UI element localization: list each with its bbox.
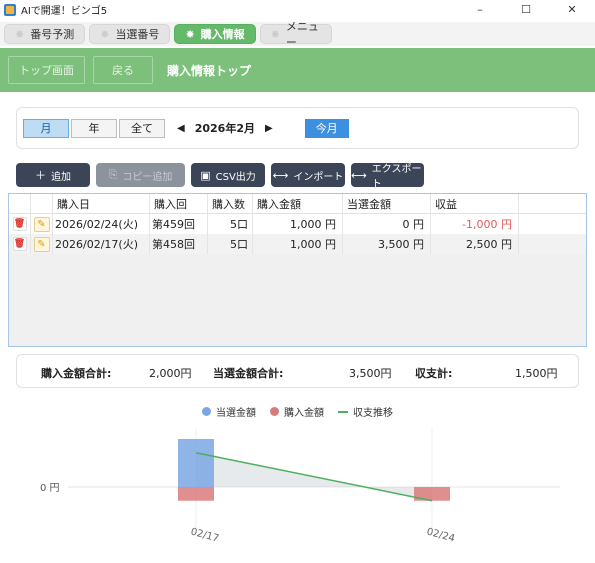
cell-round: 第459回 [150,214,208,234]
legend-swatch [338,410,348,413]
legend-label: 収支推移 [353,408,393,419]
app-icon [4,3,16,16]
period-selector: 月 年 全て ◀ 2026年2月 ▶ 今月 [16,107,579,149]
purchase-table[interactable]: 購入日 購入回 購入数 購入金額 当選金額 収益 🗑 ✎ 2026/02/24(… [8,193,587,347]
back-button[interactable]: 戻る [93,56,153,84]
tab-purchase-info[interactable]: ✸ 購入情報 [174,24,256,44]
copy-add-button-label: コピー追加 [122,171,173,183]
import-icon: ⟷ [272,168,289,182]
bar-win [178,439,214,487]
pencil-icon[interactable]: ✎ [33,216,50,232]
export-button-label: エクスポート [371,164,422,190]
next-month-icon[interactable]: ▶ [265,123,273,134]
cell-round: 第458回 [150,234,208,254]
legend-label: 購入金額 [284,408,324,419]
legend-swatch [270,407,279,416]
action-toolbar: ＋ 追加 ⎘ コピー追加 ▣ CSV出力 ⟷ インポート ⟷ エクスポート [16,163,424,190]
header-spacer [9,194,31,213]
x-tick-label: 02/24 [425,527,456,545]
y-tick-label: 0 円 [40,483,60,494]
bar-purchase [178,487,214,501]
minimize-button[interactable]: – [457,0,503,19]
sparkle-icon: ✸ [100,27,110,41]
cell-count: 5口 [208,214,253,234]
legend-swatch [202,407,211,416]
prev-month-icon[interactable]: ◀ [177,123,185,134]
total-purchase-label: 購入金額合計: [41,367,112,380]
column-round[interactable]: 購入回 [150,194,208,213]
column-date[interactable]: 購入日 [53,194,150,213]
tab-menu[interactable]: ✸ メニュー [259,20,332,49]
segment-month[interactable]: 月 [23,118,69,138]
save-icon: ▣ [200,168,211,182]
plus-icon: ＋ [35,169,46,182]
tab-label: 購入情報 [200,28,245,41]
copy-add-button[interactable]: ⎘ コピー追加 [96,163,185,187]
copy-icon: ⎘ [108,168,118,181]
sparkle-icon: ✸ [15,27,25,41]
legend-item[interactable]: 購入金額 [270,404,324,419]
top-screen-button[interactable]: トップ画面 [8,56,85,84]
tab-label: 番号予測 [30,28,75,41]
cell-date: 2026/02/24(火) [53,214,150,234]
cell-profit: 2,500 円 [431,234,519,254]
column-purchase[interactable]: 購入金額 [253,194,343,213]
legend-label: 当選金額 [216,408,256,419]
csv-export-button[interactable]: ▣ CSV出力 [191,163,265,187]
pencil-icon[interactable]: ✎ [33,236,50,252]
import-button-label: インポート [293,171,344,183]
x-tick-label: 02/17 [189,527,220,545]
tab-label: 当選番号 [115,28,160,41]
import-button[interactable]: ⟷ インポート [271,163,345,187]
title-bar: AIで開運！ビンゴ5 – ☐ ✕ [0,0,595,19]
profit-chart: 0 円 02/17 02/24 [40,428,560,545]
chart-legend: 当選金額 購入金額 収支推移 [0,404,595,419]
sparkle-icon: ✸ [270,27,280,41]
segment-all[interactable]: 全て [119,118,165,138]
trash-icon[interactable]: 🗑 [12,217,27,231]
segment-year[interactable]: 年 [71,118,117,138]
cell-date: 2026/02/17(火) [53,234,150,254]
close-button[interactable]: ✕ [549,0,595,19]
table-row[interactable]: 🗑 ✎ 2026/02/17(火) 第458回 5口 1,000 円 3,500… [9,234,586,254]
cell-win: 0 円 [343,214,431,234]
window-title: AIで開運！ビンゴ5 [21,6,108,17]
total-win-value: 3,500円 [349,367,392,380]
tab-label: メニュー [285,20,319,49]
cell-purchase: 1,000 円 [253,214,343,234]
sparkle-icon: ✸ [185,27,195,41]
trash-icon[interactable]: 🗑 [12,237,27,251]
cell-count: 5口 [208,234,253,254]
table-row[interactable]: 🗑 ✎ 2026/02/24(火) 第459回 5口 1,000 円 0 円 -… [9,214,586,234]
current-month: 2026年2月 [194,122,255,135]
balance-value: 1,500円 [515,367,558,380]
totals-panel: 購入金額合計: 2,000円 当選金額合計: 3,500円 収支計: 1,500… [16,354,579,388]
this-month-button[interactable]: 今月 [304,118,349,138]
csv-export-button-label: CSV出力 [215,171,256,183]
column-profit[interactable]: 収益 [431,194,519,213]
export-icon: ⟷ [351,168,367,182]
cell-purchase: 1,000 円 [253,234,343,254]
tab-winning-numbers[interactable]: ✸ 当選番号 [89,24,171,44]
export-button[interactable]: ⟷ エクスポート [351,163,424,190]
table-header: 購入日 購入回 購入数 購入金額 当選金額 収益 [9,194,586,214]
balance-label: 収支計: [415,367,453,380]
total-purchase-value: 2,000円 [149,367,192,380]
cell-profit: -1,000 円 [431,214,519,234]
total-win-label: 当選金額合計: [213,367,284,380]
legend-item[interactable]: 当選金額 [202,404,256,419]
column-count[interactable]: 購入数 [208,194,253,213]
maximize-button[interactable]: ☐ [503,0,549,19]
header-spacer [31,194,53,213]
column-win[interactable]: 当選金額 [343,194,431,213]
add-button-label: 追加 [51,171,71,183]
page-title: 購入情報トップ [167,63,252,78]
add-button[interactable]: ＋ 追加 [16,163,90,187]
legend-item[interactable]: 収支推移 [338,404,393,419]
cell-win: 3,500 円 [343,234,431,254]
tab-bar: ✸ 番号予測 ✸ 当選番号 ✸ 購入情報 ✸ メニュー [0,20,595,49]
tab-prediction[interactable]: ✸ 番号予測 [4,24,86,44]
page-header: トップ画面 戻る 購入情報トップ [0,48,595,92]
